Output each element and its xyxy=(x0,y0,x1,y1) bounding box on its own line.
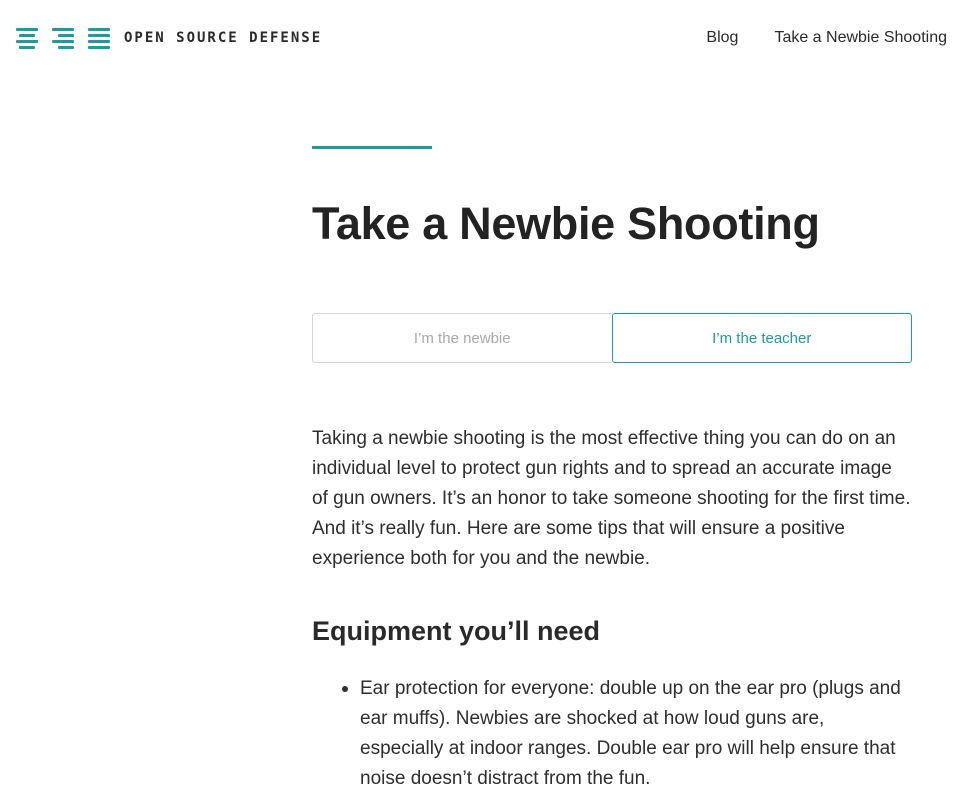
logo-mark-icon xyxy=(88,27,110,49)
page-title: Take a Newbie Shooting xyxy=(312,198,820,249)
logo-text: OPEN SOURCE DEFENSE xyxy=(124,30,323,46)
accent-rule xyxy=(312,146,432,149)
tab-teacher[interactable]: I’m the teacher xyxy=(611,313,912,363)
top-nav: Blog Take a Newbie Shooting xyxy=(706,29,947,47)
equipment-list: Ear protection for everyone: double up o… xyxy=(342,674,912,794)
list-item-text: Ear protection for everyone: double up o… xyxy=(360,678,901,789)
logo-mark-icon xyxy=(52,27,74,49)
list-item: Ear protection for everyone: double up o… xyxy=(342,674,912,794)
nav-link-blog[interactable]: Blog xyxy=(706,29,738,47)
role-tabs: I’m the newbie I’m the teacher xyxy=(312,313,912,363)
section-heading: Equipment you’ll need xyxy=(312,616,601,646)
intro-paragraph: Taking a newbie shooting is the most eff… xyxy=(312,428,911,569)
tab-newbie[interactable]: I’m the newbie xyxy=(312,313,612,363)
logo-marks xyxy=(16,27,110,49)
logo-mark-icon xyxy=(16,27,38,49)
site-logo[interactable]: OPEN SOURCE DEFENSE xyxy=(16,26,322,50)
nav-link-take-a-newbie-shooting[interactable]: Take a Newbie Shooting xyxy=(774,29,947,47)
bullet-icon xyxy=(342,686,348,692)
site-header: OPEN SOURCE DEFENSE Blog Take a Newbie S… xyxy=(0,0,961,78)
